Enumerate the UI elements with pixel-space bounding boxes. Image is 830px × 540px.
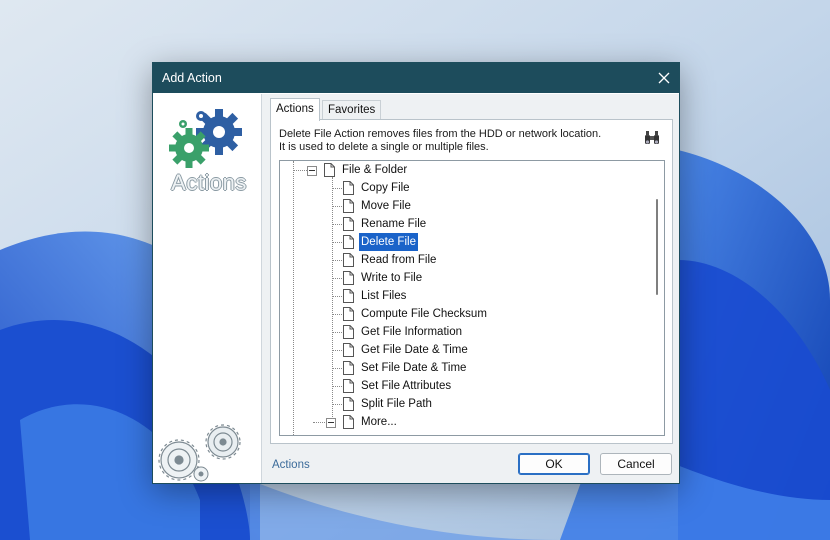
tree-item[interactable]: Write to File xyxy=(280,269,650,287)
collapse-toggle[interactable] xyxy=(326,418,336,428)
left-panel: Actions xyxy=(153,94,262,483)
tree-label: More... xyxy=(361,416,397,428)
tree-item[interactable]: Copy File xyxy=(280,179,650,197)
logo-text: Actions xyxy=(171,170,247,195)
tree-connector xyxy=(332,278,342,279)
tree-item[interactable]: Read from File xyxy=(280,251,650,269)
actions-help-link[interactable]: Actions xyxy=(272,459,310,471)
page-icon xyxy=(343,217,354,231)
tree-connector xyxy=(332,350,342,351)
tree-connector xyxy=(332,404,342,405)
page-icon xyxy=(343,235,354,249)
decorative-gears-icon xyxy=(158,424,241,482)
page-icon xyxy=(324,163,335,177)
tab-actions[interactable]: Actions xyxy=(270,98,320,121)
tree-label: Rename File xyxy=(361,218,427,230)
page-icon xyxy=(343,181,354,195)
tree-node-file-folder[interactable]: File & Folder xyxy=(280,161,650,179)
tree-connector xyxy=(313,422,325,423)
page-icon xyxy=(343,253,354,267)
page-icon xyxy=(343,397,354,411)
tree-connector xyxy=(332,242,342,243)
tree-item[interactable]: Set File Attributes xyxy=(280,377,650,395)
tree-scrollbar[interactable] xyxy=(650,161,664,435)
tree-label: Write to File xyxy=(361,272,423,284)
tree-label: Compute File Checksum xyxy=(361,308,487,320)
ok-button[interactable]: OK xyxy=(518,453,590,475)
binoculars-icon[interactable] xyxy=(643,130,661,146)
tree-connector xyxy=(332,386,342,387)
tree-connector xyxy=(332,260,342,261)
scrollbar-thumb[interactable] xyxy=(656,199,658,295)
tree-label: List Files xyxy=(361,290,407,302)
tree-item[interactable]: Split File Path xyxy=(280,395,650,413)
tree-connector xyxy=(332,206,342,207)
tree-connector xyxy=(293,170,307,171)
add-action-dialog: Add Action Actions Actions Favorites Del… xyxy=(152,62,680,484)
tab-favorites[interactable]: Favorites xyxy=(322,100,382,120)
tree-item[interactable]: Move File xyxy=(280,197,650,215)
tree-item[interactable]: Set File Date & Time xyxy=(280,359,650,377)
tree-item[interactable]: Rename File xyxy=(280,215,650,233)
tree-item[interactable]: Compute File Checksum xyxy=(280,305,650,323)
tree-label: Copy File xyxy=(361,182,410,194)
tree-connector xyxy=(332,296,342,297)
page-icon xyxy=(343,199,354,213)
gear-icon xyxy=(169,109,242,168)
page-icon xyxy=(343,289,354,303)
tree-item[interactable]: Get File Information xyxy=(280,323,650,341)
tree-label: Read from File xyxy=(361,254,437,266)
tree-label: Move File xyxy=(361,200,411,212)
action-description: Delete File Action removes files from th… xyxy=(279,128,602,153)
tree-label: Get File Information xyxy=(361,326,462,338)
dialog-title: Add Action xyxy=(162,71,222,85)
close-button[interactable] xyxy=(649,63,679,93)
title-bar[interactable]: Add Action xyxy=(153,63,679,93)
tree-connector xyxy=(332,332,342,333)
tree-label: Delete File xyxy=(359,233,418,251)
content-area: Actions Favorites Delete File Action rem… xyxy=(262,94,679,483)
collapse-toggle[interactable] xyxy=(307,166,317,176)
page-icon xyxy=(343,325,354,339)
tree-item[interactable]: Get File Date & Time xyxy=(280,341,650,359)
tree-label: File & Folder xyxy=(342,164,408,176)
tree-connector xyxy=(332,314,342,315)
close-icon xyxy=(658,72,670,84)
page-icon xyxy=(343,271,354,285)
page-icon xyxy=(343,343,354,357)
page-icon xyxy=(343,415,354,429)
actions-logo: Actions xyxy=(161,102,253,195)
cancel-button[interactable]: Cancel xyxy=(600,453,672,475)
tree-connector xyxy=(332,368,342,369)
tree-connector xyxy=(332,224,342,225)
tree-node-more[interactable]: More... xyxy=(280,413,650,431)
tree-label: Get File Date & Time xyxy=(361,344,468,356)
tree-label: Split File Path xyxy=(361,398,432,410)
tree-item[interactable]: List Files xyxy=(280,287,650,305)
tree-item-selected[interactable]: Delete File xyxy=(280,233,650,251)
page-icon xyxy=(343,379,354,393)
page-icon xyxy=(343,361,354,375)
actions-tree[interactable]: File & Folder Copy File Move File Rename xyxy=(279,160,665,436)
tree-label: Set File Date & Time xyxy=(361,362,467,374)
page-icon xyxy=(343,307,354,321)
actions-tab-page: Delete File Action removes files from th… xyxy=(270,119,673,444)
tree-connector xyxy=(332,188,342,189)
tree-label: Set File Attributes xyxy=(361,380,452,392)
